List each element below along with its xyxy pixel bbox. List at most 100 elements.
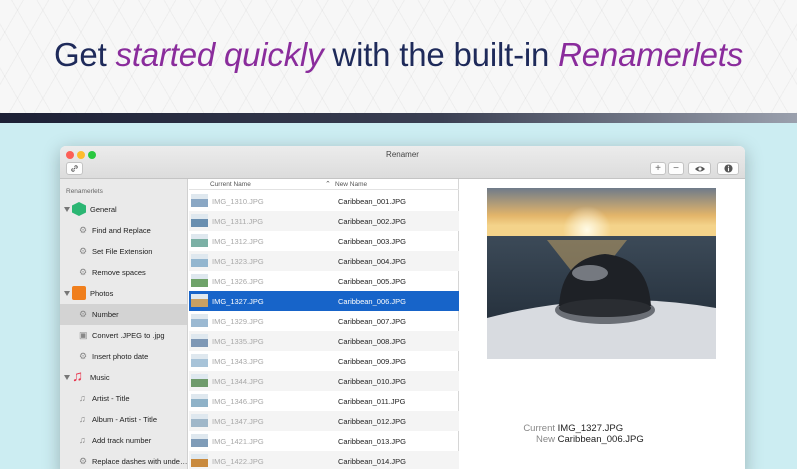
preview-toggle-button[interactable] — [688, 162, 711, 175]
current-name-cell: IMG_1327.JPG — [212, 297, 264, 306]
gear-icon: ⚙ — [79, 351, 88, 361]
cube-icon — [72, 202, 86, 216]
file-table: Current Name ⌃ New Name IMG_1310.JPG Cari… — [189, 179, 459, 469]
current-name-cell: IMG_1329.JPG — [212, 317, 264, 326]
disclosure-triangle-icon[interactable] — [64, 207, 70, 212]
photo-icon — [72, 286, 86, 300]
sidebar-item[interactable]: ⚙ Set File Extension — [60, 241, 187, 262]
disclosure-triangle-icon[interactable] — [64, 291, 70, 296]
gear-icon: ⚙ — [79, 246, 88, 256]
titlebar: Renamer + − — [60, 146, 745, 179]
link-button[interactable] — [66, 162, 83, 175]
new-label: New — [535, 434, 555, 445]
table-row[interactable]: IMG_1346.JPG Caribbean_011.JPG — [189, 391, 459, 411]
sidebar-item[interactable]: ⚙ Insert photo date — [60, 346, 187, 367]
sidebar-item[interactable]: ⚙ Find and Replace — [60, 220, 187, 241]
sidebar-item[interactable]: ♫ Add track number — [60, 430, 187, 451]
new-name-cell: Caribbean_010.JPG — [338, 377, 406, 386]
table-row[interactable]: IMG_1347.JPG Caribbean_012.JPG — [189, 411, 459, 431]
column-current-name[interactable]: Current Name — [210, 181, 251, 188]
gear-icon: ⚙ — [79, 456, 88, 466]
thumbnail — [191, 434, 208, 447]
link-icon — [71, 165, 78, 172]
sidebar-heading: Renamerlets — [66, 188, 103, 195]
sort-up-icon[interactable]: ⌃ — [325, 180, 331, 188]
table-row[interactable]: IMG_1326.JPG Caribbean_005.JPG — [189, 271, 459, 291]
thumbnail — [191, 334, 208, 347]
sidebar-item-label: Insert photo date — [92, 352, 149, 361]
new-name-cell: Caribbean_014.JPG — [338, 457, 406, 466]
eye-icon — [694, 166, 705, 172]
music-note-icon: ♫ — [72, 368, 84, 385]
table-row[interactable]: IMG_1335.JPG Caribbean_008.JPG — [189, 331, 459, 351]
current-name-cell: IMG_1326.JPG — [212, 277, 264, 286]
table-row[interactable]: IMG_1311.JPG Caribbean_002.JPG — [189, 211, 459, 231]
sidebar: Renamerlets General ⚙ Find and Replace ⚙ Set… — [60, 179, 188, 469]
sidebar-category-music[interactable]: ♫ Music — [60, 367, 187, 388]
current-name-cell: IMG_1346.JPG — [212, 397, 264, 406]
sidebar-item[interactable]: ⚙ Replace dashes with unde… — [60, 451, 187, 469]
thumbnail — [191, 234, 208, 247]
current-name-cell: IMG_1335.JPG — [212, 337, 264, 346]
sidebar-item-label: Set File Extension — [92, 247, 153, 256]
current-name-cell: IMG_1344.JPG — [212, 377, 264, 386]
table-row[interactable]: IMG_1343.JPG Caribbean_009.JPG — [189, 351, 459, 371]
table-row[interactable]: IMG_1422.JPG Caribbean_014.JPG — [189, 451, 459, 469]
table-row[interactable]: IMG_1327.JPG Caribbean_006.JPG — [189, 291, 459, 311]
sidebar-category-photos[interactable]: Photos — [60, 283, 187, 304]
sidebar-item-label: Album - Artist - Title — [92, 415, 158, 424]
table-row[interactable]: IMG_1344.JPG Caribbean_010.JPG — [189, 371, 459, 391]
current-name-cell: IMG_1312.JPG — [212, 237, 264, 246]
sidebar-category-general[interactable]: General — [60, 199, 187, 220]
add-button[interactable]: + — [650, 162, 666, 175]
thumbnail — [191, 294, 208, 307]
table-row[interactable]: IMG_1312.JPG Caribbean_003.JPG — [189, 231, 459, 251]
sidebar-category-label: General — [90, 205, 117, 214]
gear-icon: ⚙ — [79, 267, 88, 277]
new-name-cell: Caribbean_005.JPG — [338, 277, 406, 286]
table-row[interactable]: IMG_1329.JPG Caribbean_007.JPG — [189, 311, 459, 331]
thumbnail — [191, 454, 208, 467]
column-new-name[interactable]: New Name — [335, 181, 367, 188]
headline: Get started quickly with the built-in Re… — [53, 36, 744, 73]
current-name-cell: IMG_1311.JPG — [212, 217, 264, 226]
table-row[interactable]: IMG_1323.JPG Caribbean_004.JPG — [189, 251, 459, 271]
new-name-cell: Caribbean_008.JPG — [338, 337, 406, 346]
sidebar-item-label: Number — [92, 310, 119, 319]
current-label: Current — [523, 423, 555, 434]
music-note-icon: ♫ — [79, 414, 86, 424]
music-note-icon: ♫ — [79, 393, 86, 403]
disclosure-triangle-icon[interactable] — [64, 375, 70, 380]
sidebar-item[interactable]: ▣ Convert .JPEG to .jpg — [60, 325, 187, 346]
thumbnail — [191, 414, 208, 427]
new-value: Caribbean_006.JPG — [557, 434, 644, 445]
table-row[interactable]: IMG_1421.JPG Caribbean_013.JPG — [189, 431, 459, 451]
window-title: Renamer — [386, 150, 419, 159]
new-name-cell: Caribbean_002.JPG — [338, 217, 406, 226]
table-header: Current Name ⌃ New Name — [189, 179, 459, 190]
info-button[interactable] — [717, 162, 739, 175]
current-value: IMG_1327.JPG — [557, 423, 624, 434]
sidebar-item[interactable]: ⚙ Remove spaces — [60, 262, 187, 283]
new-name-cell: Caribbean_001.JPG — [338, 197, 406, 206]
current-name-cell: IMG_1421.JPG — [212, 437, 264, 446]
info-icon — [723, 164, 733, 173]
new-name-cell: Caribbean_003.JPG — [338, 237, 406, 246]
sidebar-item[interactable]: ♫ Album - Artist - Title — [60, 409, 187, 430]
thumbnail — [191, 214, 208, 227]
sidebar-item[interactable]: ⚙ Number — [60, 304, 187, 325]
new-name-cell: Caribbean_007.JPG — [338, 317, 406, 326]
thumbnail — [191, 274, 208, 287]
preview-pane: Current IMG_1327.JPG New Caribbean_006.J… — [460, 179, 745, 469]
sidebar-item-label: Add track number — [92, 436, 152, 445]
sidebar-item[interactable]: ♫ Artist - Title — [60, 388, 187, 409]
sidebar-item-label: Convert .JPEG to .jpg — [92, 331, 165, 340]
thumbnail — [191, 254, 208, 267]
sidebar-item-label: Replace dashes with unde… — [92, 457, 188, 466]
sidebar-item-label: Artist - Title — [92, 394, 130, 403]
renamer-window: Renamer + − Renamerlets General ⚙ Find and… — [60, 146, 745, 469]
sidebar-category-label: Music — [90, 373, 110, 382]
thumbnail — [191, 354, 208, 367]
remove-button[interactable]: − — [668, 162, 684, 175]
table-row[interactable]: IMG_1310.JPG Caribbean_001.JPG — [189, 191, 459, 211]
